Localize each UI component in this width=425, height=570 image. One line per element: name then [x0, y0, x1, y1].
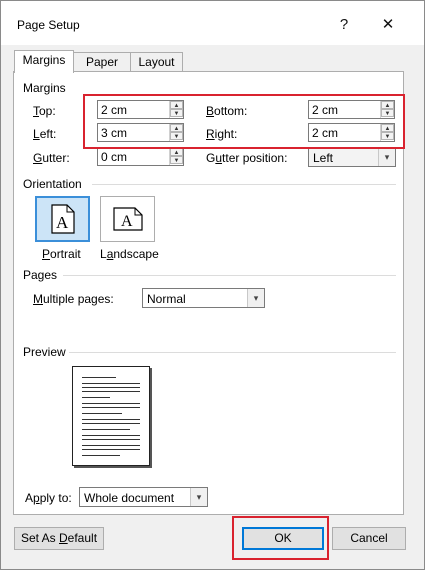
preview-line [82, 449, 140, 450]
cancel-button[interactable]: Cancel [332, 527, 406, 550]
preview-line [82, 455, 120, 456]
top-margin-value: 2 cm [101, 103, 128, 117]
preview-separator [69, 352, 396, 353]
preview-line [82, 391, 140, 392]
preview-line [82, 419, 140, 420]
page-preview [72, 366, 150, 466]
help-button[interactable]: ? [329, 11, 359, 39]
top-margin-spinner[interactable]: 2 cm ▲ ▼ [97, 100, 184, 119]
spin-down-icon[interactable]: ▼ [170, 109, 183, 117]
spin-down-icon[interactable]: ▼ [381, 109, 394, 117]
margins-tab-panel: Margins Top: 2 cm ▲ ▼ Bottom: 2 cm ▲ ▼ L… [13, 71, 405, 515]
gutter-position-select[interactable]: Left ▾ [308, 147, 396, 167]
landscape-label: Landscape [100, 247, 159, 261]
multiple-pages-select[interactable]: Normal ▾ [142, 288, 265, 308]
preview-section-label: Preview [23, 345, 66, 359]
set-as-default-button[interactable]: Set As Default [14, 527, 104, 550]
apply-to-select[interactable]: Whole document ▾ [79, 487, 208, 507]
spin-up-icon[interactable]: ▲ [170, 101, 183, 109]
preview-line [82, 435, 140, 436]
page-setup-dialog: Page Setup ? ✕ Margins Paper Layout Marg… [0, 0, 425, 570]
preview-line [82, 377, 116, 378]
apply-to-label: Apply to: [25, 491, 72, 505]
landscape-page-icon: A [112, 207, 143, 231]
portrait-button[interactable]: A [35, 196, 90, 242]
gutter-value: 0 cm [101, 150, 128, 164]
right-margin-value: 2 cm [312, 126, 339, 140]
portrait-label: Portrait [42, 247, 81, 261]
preview-line [82, 423, 140, 424]
spin-down-icon[interactable]: ▼ [381, 132, 394, 140]
preview-line [82, 387, 140, 388]
dropdown-arrow-icon: ▾ [247, 289, 264, 307]
tab-paper[interactable]: Paper [73, 52, 131, 72]
question-icon: ? [339, 16, 349, 33]
preview-line [82, 439, 140, 440]
ok-button[interactable]: OK [242, 527, 324, 550]
bottom-label: Bottom: [206, 104, 248, 118]
gutter-spinner[interactable]: 0 cm ▲ ▼ [97, 147, 184, 166]
preview-line [82, 413, 122, 414]
left-margin-spinner[interactable]: 3 cm ▲ ▼ [97, 123, 184, 142]
spin-up-icon[interactable]: ▲ [381, 124, 394, 132]
right-label: Right: [206, 127, 238, 141]
orientation-section-label: Orientation [23, 177, 82, 191]
close-button[interactable]: ✕ [373, 11, 403, 39]
multiple-pages-value: Normal [147, 292, 186, 306]
bottom-margin-value: 2 cm [312, 103, 339, 117]
spin-up-icon[interactable]: ▲ [170, 148, 183, 156]
gutter-spin-arrows: ▲ ▼ [169, 148, 183, 165]
pages-separator [63, 275, 396, 276]
left-spin-arrows: ▲ ▼ [169, 124, 183, 141]
pages-section-label: Pages [23, 268, 58, 282]
left-margin-value: 3 cm [101, 126, 128, 140]
right-spin-arrows: ▲ ▼ [380, 124, 394, 141]
portrait-icon-letter: A [56, 213, 69, 232]
preview-line [82, 383, 140, 384]
margins-section-label: Margins [23, 81, 66, 95]
dropdown-arrow-icon: ▾ [378, 148, 395, 166]
top-label: Top: [33, 104, 56, 118]
spin-up-icon[interactable]: ▲ [381, 101, 394, 109]
gutter-position-label: Gutter position: [206, 151, 288, 165]
spin-down-icon[interactable]: ▼ [170, 156, 183, 164]
preview-line [82, 397, 110, 398]
gutter-label: Gutter: [33, 151, 70, 165]
preview-line [82, 429, 130, 430]
top-spin-arrows: ▲ ▼ [169, 101, 183, 118]
tab-layout[interactable]: Layout [130, 52, 183, 72]
right-margin-spinner[interactable]: 2 cm ▲ ▼ [308, 123, 395, 142]
spin-up-icon[interactable]: ▲ [170, 124, 183, 132]
left-label: Left: [33, 127, 57, 141]
landscape-icon-letter: A [121, 213, 133, 230]
orientation-separator [92, 184, 396, 185]
bottom-margin-spinner[interactable]: 2 cm ▲ ▼ [308, 100, 395, 119]
dropdown-arrow-icon: ▾ [190, 488, 207, 506]
bottom-spin-arrows: ▲ ▼ [380, 101, 394, 118]
preview-line [82, 407, 140, 408]
preview-line [82, 445, 140, 446]
close-icon: ✕ [381, 16, 395, 33]
spin-down-icon[interactable]: ▼ [170, 132, 183, 140]
portrait-page-icon: A [50, 204, 75, 234]
preview-line [82, 403, 140, 404]
title-bar: Page Setup ? ✕ [1, 1, 424, 45]
multiple-pages-label: Multiple pages: [33, 292, 114, 306]
gutter-position-value: Left [313, 151, 334, 165]
tab-margins[interactable]: Margins [14, 50, 74, 73]
apply-to-value: Whole document [84, 491, 175, 505]
dialog-title: Page Setup [17, 18, 80, 32]
landscape-button[interactable]: A [100, 196, 155, 242]
